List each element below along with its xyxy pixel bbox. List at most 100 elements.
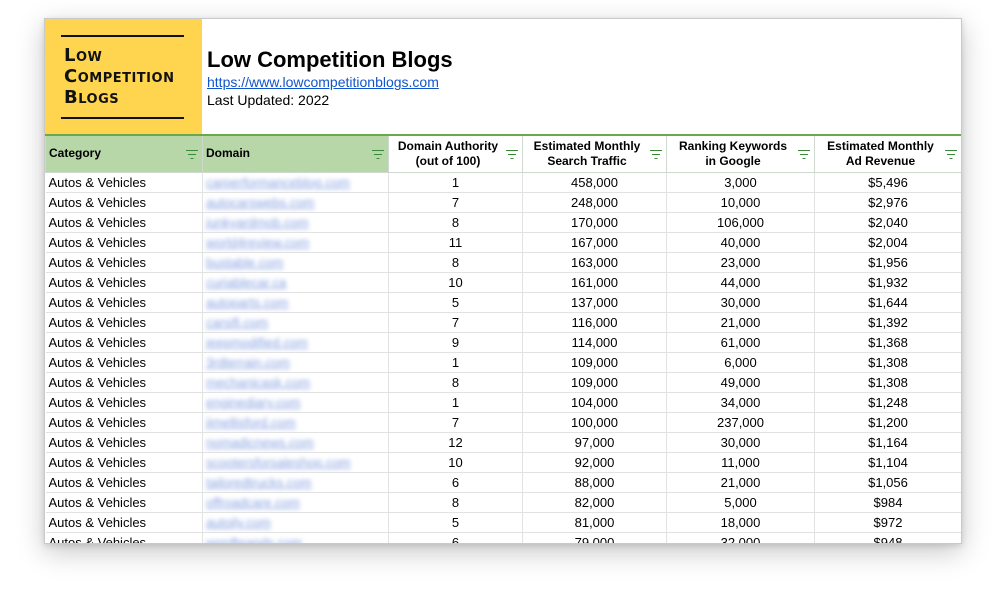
domain-link[interactable]: junkyardmob.com bbox=[206, 215, 309, 230]
category-cell[interactable]: Autos & Vehicles bbox=[45, 312, 203, 333]
category-cell[interactable]: Autos & Vehicles bbox=[45, 292, 203, 313]
column-header-ad-revenue[interactable]: Estimated Monthly Ad Revenue bbox=[814, 134, 961, 173]
search-traffic-cell[interactable]: 161,000 bbox=[522, 272, 667, 293]
domain-cell[interactable]: offroadcare.com bbox=[202, 492, 389, 513]
search-traffic-cell[interactable]: 100,000 bbox=[522, 412, 667, 433]
domain-authority-cell[interactable]: 1 bbox=[388, 352, 523, 373]
domain-cell[interactable]: tailoredtrucks.com bbox=[202, 472, 389, 493]
ranking-keywords-cell[interactable]: 6,000 bbox=[666, 352, 815, 373]
search-traffic-cell[interactable]: 248,000 bbox=[522, 192, 667, 213]
domain-link[interactable]: bustable.com bbox=[206, 255, 283, 270]
domain-link[interactable]: wordbrands.com bbox=[206, 535, 302, 543]
ad-revenue-cell[interactable]: $1,104 bbox=[814, 452, 961, 473]
domain-authority-cell[interactable]: 8 bbox=[388, 372, 523, 393]
ad-revenue-cell[interactable]: $1,056 bbox=[814, 472, 961, 493]
domain-link[interactable]: curiablecar.ca bbox=[206, 275, 286, 290]
domain-authority-cell[interactable]: 12 bbox=[388, 432, 523, 453]
domain-cell[interactable]: autoily.com bbox=[202, 512, 389, 533]
search-traffic-cell[interactable]: 114,000 bbox=[522, 332, 667, 353]
ad-revenue-cell[interactable]: $1,392 bbox=[814, 312, 961, 333]
domain-cell[interactable]: autocarswebs.com bbox=[202, 192, 389, 213]
domain-authority-cell[interactable]: 7 bbox=[388, 412, 523, 433]
ranking-keywords-cell[interactable]: 106,000 bbox=[666, 212, 815, 233]
domain-link[interactable]: tailoredtrucks.com bbox=[206, 475, 311, 490]
search-traffic-cell[interactable]: 82,000 bbox=[522, 492, 667, 513]
domain-cell[interactable]: carperformanceblog.com bbox=[202, 172, 389, 193]
ad-revenue-cell[interactable]: $1,248 bbox=[814, 392, 961, 413]
category-cell[interactable]: Autos & Vehicles bbox=[45, 532, 203, 543]
domain-authority-cell[interactable]: 6 bbox=[388, 472, 523, 493]
ad-revenue-cell[interactable]: $2,040 bbox=[814, 212, 961, 233]
search-traffic-cell[interactable]: 92,000 bbox=[522, 452, 667, 473]
domain-cell[interactable]: jimellisford.com bbox=[202, 412, 389, 433]
filter-icon[interactable] bbox=[945, 149, 957, 159]
ad-revenue-cell[interactable]: $1,308 bbox=[814, 372, 961, 393]
category-cell[interactable]: Autos & Vehicles bbox=[45, 512, 203, 533]
domain-link[interactable]: offroadcare.com bbox=[206, 495, 300, 510]
ranking-keywords-cell[interactable]: 61,000 bbox=[666, 332, 815, 353]
ad-revenue-cell[interactable]: $2,976 bbox=[814, 192, 961, 213]
search-traffic-cell[interactable]: 97,000 bbox=[522, 432, 667, 453]
domain-cell[interactable]: world4review.com bbox=[202, 232, 389, 253]
category-cell[interactable]: Autos & Vehicles bbox=[45, 192, 203, 213]
domain-authority-cell[interactable]: 10 bbox=[388, 452, 523, 473]
search-traffic-cell[interactable]: 163,000 bbox=[522, 252, 667, 273]
domain-cell[interactable]: nomadicnews.com bbox=[202, 432, 389, 453]
domain-authority-cell[interactable]: 11 bbox=[388, 232, 523, 253]
domain-link[interactable]: scootersforsaleshop.com bbox=[206, 455, 351, 470]
filter-icon[interactable] bbox=[186, 149, 198, 159]
ad-revenue-cell[interactable]: $1,368 bbox=[814, 332, 961, 353]
ranking-keywords-cell[interactable]: 21,000 bbox=[666, 472, 815, 493]
domain-authority-cell[interactable]: 8 bbox=[388, 252, 523, 273]
ranking-keywords-cell[interactable]: 30,000 bbox=[666, 432, 815, 453]
category-cell[interactable]: Autos & Vehicles bbox=[45, 432, 203, 453]
category-cell[interactable]: Autos & Vehicles bbox=[45, 272, 203, 293]
category-cell[interactable]: Autos & Vehicles bbox=[45, 172, 203, 193]
domain-link[interactable]: carperformanceblog.com bbox=[206, 175, 350, 190]
filter-icon[interactable] bbox=[650, 149, 662, 159]
category-cell[interactable]: Autos & Vehicles bbox=[45, 472, 203, 493]
search-traffic-cell[interactable]: 458,000 bbox=[522, 172, 667, 193]
domain-cell[interactable]: carsifi.com bbox=[202, 312, 389, 333]
category-cell[interactable]: Autos & Vehicles bbox=[45, 492, 203, 513]
search-traffic-cell[interactable]: 109,000 bbox=[522, 352, 667, 373]
domain-link[interactable]: autocarswebs.com bbox=[206, 195, 314, 210]
domain-link[interactable]: jimellisford.com bbox=[206, 415, 296, 430]
ranking-keywords-cell[interactable]: 40,000 bbox=[666, 232, 815, 253]
domain-authority-cell[interactable]: 7 bbox=[388, 312, 523, 333]
ranking-keywords-cell[interactable]: 237,000 bbox=[666, 412, 815, 433]
ad-revenue-cell[interactable]: $5,496 bbox=[814, 172, 961, 193]
domain-authority-cell[interactable]: 10 bbox=[388, 272, 523, 293]
category-cell[interactable]: Autos & Vehicles bbox=[45, 232, 203, 253]
domain-authority-cell[interactable]: 1 bbox=[388, 392, 523, 413]
search-traffic-cell[interactable]: 79,000 bbox=[522, 532, 667, 543]
domain-link[interactable]: nomadicnews.com bbox=[206, 435, 314, 450]
domain-cell[interactable]: bustable.com bbox=[202, 252, 389, 273]
domain-link[interactable]: carsifi.com bbox=[206, 315, 268, 330]
ranking-keywords-cell[interactable]: 44,000 bbox=[666, 272, 815, 293]
column-header-category[interactable]: Category bbox=[45, 134, 203, 173]
search-traffic-cell[interactable]: 109,000 bbox=[522, 372, 667, 393]
column-header-domain[interactable]: Domain bbox=[202, 134, 389, 173]
ad-revenue-cell[interactable]: $1,956 bbox=[814, 252, 961, 273]
column-header-domain-authority[interactable]: Domain Authority (out of 100) bbox=[388, 134, 523, 173]
ranking-keywords-cell[interactable]: 3,000 bbox=[666, 172, 815, 193]
ranking-keywords-cell[interactable]: 49,000 bbox=[666, 372, 815, 393]
domain-link[interactable]: autoily.com bbox=[206, 515, 271, 530]
domain-authority-cell[interactable]: 5 bbox=[388, 292, 523, 313]
search-traffic-cell[interactable]: 81,000 bbox=[522, 512, 667, 533]
search-traffic-cell[interactable]: 104,000 bbox=[522, 392, 667, 413]
domain-cell[interactable]: mechanicask.com bbox=[202, 372, 389, 393]
category-cell[interactable]: Autos & Vehicles bbox=[45, 452, 203, 473]
ranking-keywords-cell[interactable]: 18,000 bbox=[666, 512, 815, 533]
domain-authority-cell[interactable]: 7 bbox=[388, 192, 523, 213]
domain-cell[interactable]: scootersforsaleshop.com bbox=[202, 452, 389, 473]
column-header-search-traffic[interactable]: Estimated Monthly Search Traffic bbox=[522, 134, 667, 173]
ad-revenue-cell[interactable]: $972 bbox=[814, 512, 961, 533]
ad-revenue-cell[interactable]: $1,164 bbox=[814, 432, 961, 453]
domain-link[interactable]: autoparts.com bbox=[206, 295, 288, 310]
ranking-keywords-cell[interactable]: 32,000 bbox=[666, 532, 815, 543]
domain-cell[interactable]: junkyardmob.com bbox=[202, 212, 389, 233]
ranking-keywords-cell[interactable]: 34,000 bbox=[666, 392, 815, 413]
search-traffic-cell[interactable]: 137,000 bbox=[522, 292, 667, 313]
